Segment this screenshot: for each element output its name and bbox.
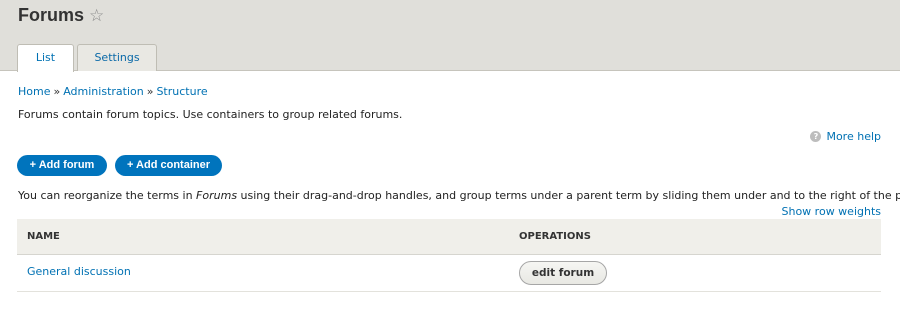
show-row-weights-link[interactable]: Show row weights — [782, 205, 882, 218]
star-icon[interactable]: ☆ — [89, 6, 104, 26]
forum-link-general-discussion[interactable]: General discussion — [27, 265, 131, 278]
breadcrumb-separator: » — [146, 85, 154, 98]
breadcrumb-administration[interactable]: Administration — [63, 85, 144, 98]
instructions-text: You can reorganize the terms in — [18, 189, 197, 202]
edit-forum-button[interactable]: edit forum — [519, 261, 607, 285]
breadcrumb: Home» Administration» Structure — [18, 85, 208, 98]
column-header-operations: OPERATIONS — [519, 231, 591, 242]
column-header-name: NAME — [27, 231, 60, 242]
instructions-vocabulary: Forums — [196, 189, 238, 202]
add-container-button[interactable]: + Add container — [115, 155, 222, 176]
breadcrumb-structure[interactable]: Structure — [156, 85, 207, 98]
more-help-link[interactable]: ? More help — [810, 130, 881, 143]
reorder-instructions: You can reorganize the terms in Forums u… — [18, 189, 900, 202]
tab-settings[interactable]: Settings — [77, 44, 157, 71]
tab-list[interactable]: List — [17, 44, 74, 72]
more-help-label[interactable]: More help — [826, 130, 881, 143]
forums-table: NAME OPERATIONS General discussion edit … — [17, 219, 881, 292]
page-title: Forums — [18, 5, 85, 25]
page-description: Forums contain forum topics. Use contain… — [18, 108, 403, 121]
breadcrumb-separator: » — [53, 85, 61, 98]
help-icon: ? — [810, 131, 822, 142]
page-header: Forums ☆ List Settings — [0, 0, 900, 72]
breadcrumb-home[interactable]: Home — [18, 85, 50, 98]
table-header: NAME OPERATIONS — [17, 219, 881, 255]
add-forum-button[interactable]: + Add forum — [17, 155, 107, 176]
table-row: General discussion edit forum — [17, 255, 881, 292]
instructions-text-end: using their drag-and-drop handles, and g… — [237, 189, 900, 202]
